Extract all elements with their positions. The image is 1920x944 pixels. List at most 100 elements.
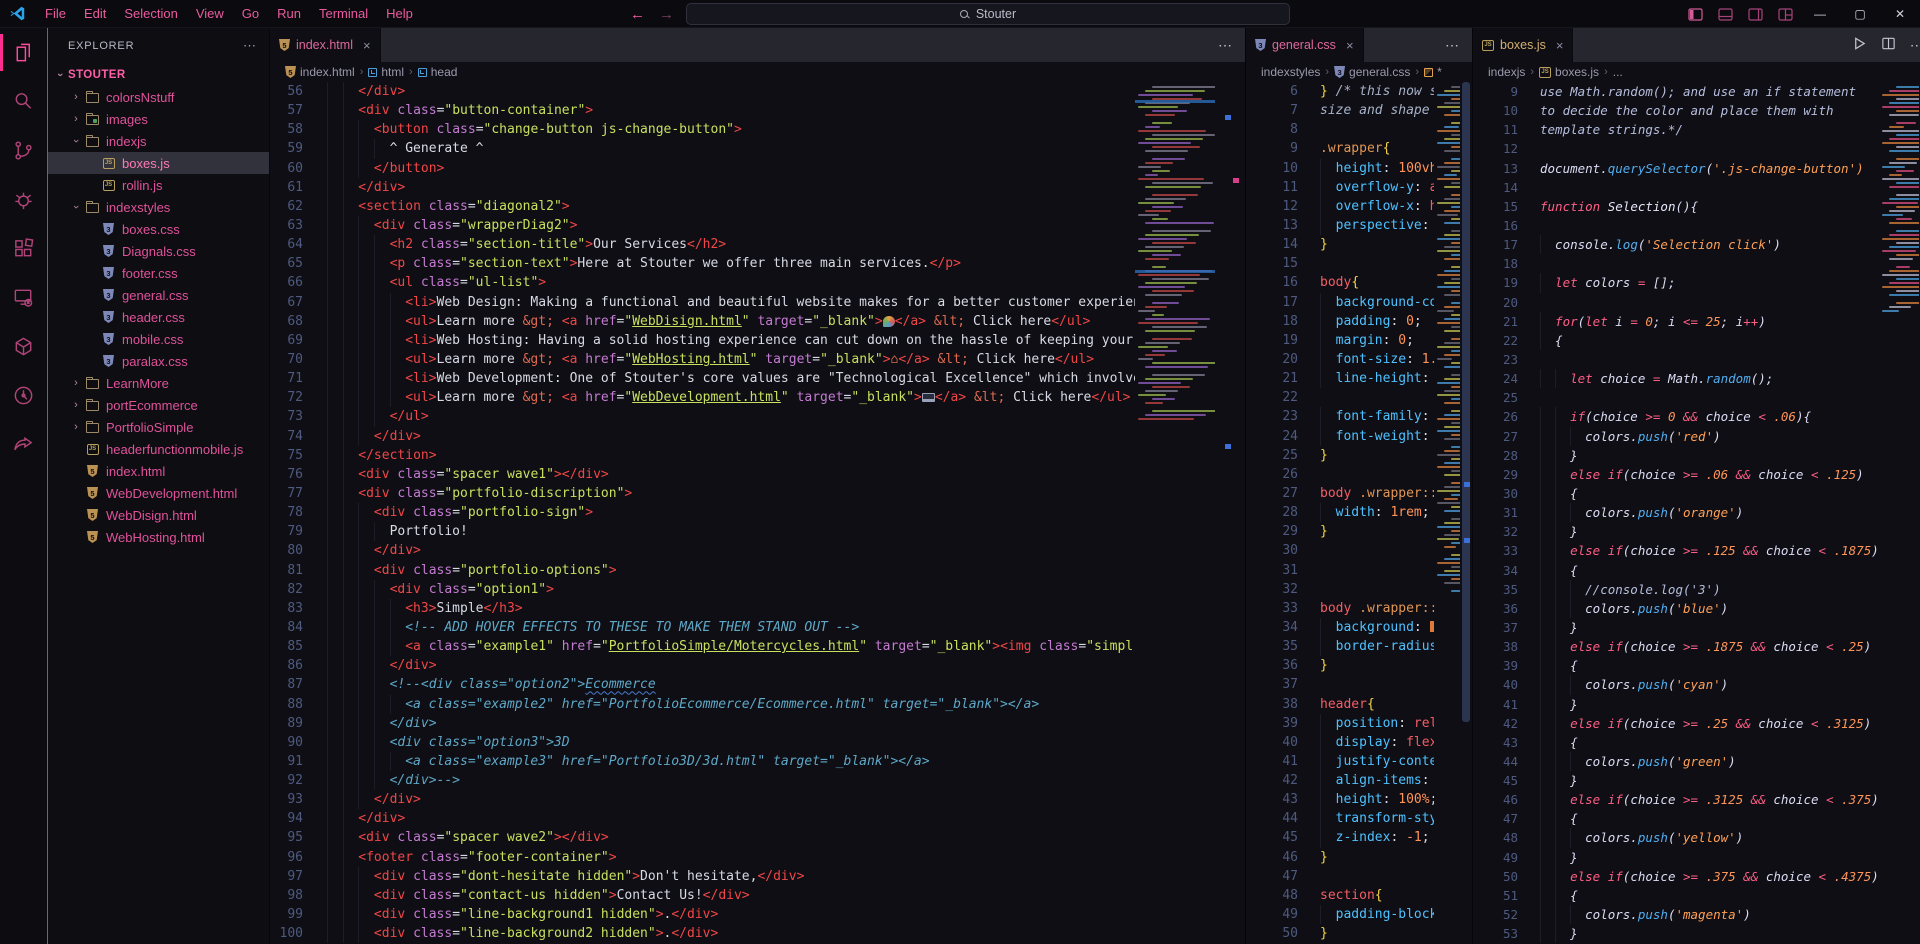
tab-boxes.js[interactable]: JSboxes.js× — [1473, 28, 1573, 62]
breadcrumb-item[interactable]: JSboxes.js — [1539, 65, 1599, 79]
code-line[interactable]: 86 </div> — [270, 656, 1245, 675]
scrollbar[interactable] — [1460, 82, 1472, 944]
code-line[interactable]: 35 //console.log('3') — [1473, 580, 1920, 599]
nav-back-icon[interactable]: ← — [630, 6, 645, 23]
toggle-panel-icon[interactable] — [1710, 0, 1740, 28]
code-line[interactable]: 35 border-radius — [1246, 637, 1472, 656]
code-line[interactable]: 40 display: flex — [1246, 733, 1472, 752]
code-line[interactable]: 61 </div> — [270, 178, 1245, 197]
tree-item-footer.css[interactable]: 3footer.css — [48, 262, 269, 284]
breadcrumb-item[interactable]: indexjs — [1488, 65, 1525, 79]
breadcrumb-item[interactable]: 5index.html — [285, 65, 355, 79]
code-line[interactable]: 72 <ul>Learn more &gt; <a href="WebDevel… — [270, 388, 1245, 407]
activitybar-explorer-icon[interactable] — [0, 28, 47, 77]
code-line[interactable]: 70 <ul>Learn more &gt; <a href="WebHosti… — [270, 350, 1245, 369]
tab-close-icon[interactable]: × — [1556, 38, 1564, 53]
tree-item-index.html[interactable]: 5index.html — [48, 460, 269, 482]
code-line[interactable]: 77 <div class="portfolio-discription"> — [270, 484, 1245, 503]
tree-item-boxes.css[interactable]: 3boxes.css — [48, 218, 269, 240]
tree-item-headerfunctionmobile.js[interactable]: JSheaderfunctionmobile.js — [48, 438, 269, 460]
tree-item-indexjs[interactable]: ›indexjs — [48, 130, 269, 152]
code-line[interactable]: 36 colors.push('blue') — [1473, 599, 1920, 618]
code-line[interactable]: 68 <ul>Learn more &gt; <a href="WebDisig… — [270, 312, 1245, 331]
minimize-button[interactable]: — — [1800, 0, 1840, 28]
code-line[interactable]: 18 — [1473, 254, 1920, 273]
minimap[interactable] — [1135, 82, 1215, 422]
toggle-secondary-sidebar-icon[interactable] — [1740, 0, 1770, 28]
tree-item-header.css[interactable]: 3header.css — [48, 306, 269, 328]
code-line[interactable]: 11template strings.*/ — [1473, 120, 1920, 139]
breadcrumb-item[interactable]: 3general.css — [1334, 65, 1410, 79]
code-line[interactable]: 98 <div class="contact-us hidden">Contac… — [270, 886, 1245, 905]
code-line[interactable]: 14 — [1473, 178, 1920, 197]
code-line[interactable]: 27 colors.push('red') — [1473, 427, 1920, 446]
code-line[interactable]: 32 } — [1473, 522, 1920, 541]
code-line[interactable]: 43 height: 100%; — [1246, 790, 1472, 809]
code-line[interactable]: 99 <div class="line-background1 hidden">… — [270, 905, 1245, 924]
split-action[interactable] — [1881, 36, 1896, 54]
more-action[interactable]: ⋯ — [1218, 37, 1232, 54]
code-line[interactable]: 100 <div class="line-background2 hidden"… — [270, 924, 1245, 943]
code-line[interactable]: 85 <a class="example1" href="PortfolioSi… — [270, 637, 1245, 656]
code-line[interactable]: 93 </div> — [270, 790, 1245, 809]
code-line[interactable]: 29 else if(choice >= .06 && choice < .12… — [1473, 465, 1920, 484]
code-line[interactable]: 66 <ul class="ul-list"> — [270, 273, 1245, 292]
run-action[interactable] — [1852, 36, 1867, 54]
more-action[interactable]: ⋯ — [1445, 37, 1459, 54]
code-line[interactable]: 50 else if(choice >= .375 && choice < .4… — [1473, 867, 1920, 886]
code-line[interactable]: 78 <div class="portfolio-sign"> — [270, 503, 1245, 522]
code-line[interactable]: 21 for(let i = 0; i <= 25; i++) — [1473, 312, 1920, 331]
code-line[interactable]: 79 Portfolio! — [270, 522, 1245, 541]
tab-close-icon[interactable]: × — [363, 38, 371, 53]
minimap[interactable] — [1879, 82, 1919, 314]
code-line[interactable]: 51 { — [1473, 886, 1920, 905]
activitybar-run-debug-icon[interactable] — [0, 175, 47, 224]
menu-edit[interactable]: Edit — [75, 3, 115, 24]
code-line[interactable]: 42 else if(choice >= .25 && choice < .31… — [1473, 714, 1920, 733]
breadcrumb-item[interactable]: indexstyles — [1261, 65, 1320, 79]
tree-item-WebHosting.html[interactable]: 5WebHosting.html — [48, 526, 269, 548]
code-line[interactable]: 50} — [1246, 924, 1472, 943]
code-line[interactable]: 38 else if(choice >= .1875 && choice < .… — [1473, 637, 1920, 656]
code-line[interactable]: 33body .wrapper:: — [1246, 599, 1472, 618]
tab-general.css[interactable]: 3general.css× — [1246, 28, 1364, 62]
tree-item-boxes.js[interactable]: JSboxes.js — [48, 152, 269, 174]
activitybar-share-extension-icon[interactable] — [0, 420, 47, 469]
code-line[interactable]: 24 let choice = Math.random(); — [1473, 369, 1920, 388]
activitybar-source-control-icon[interactable] — [0, 126, 47, 175]
code-line[interactable]: 89 </div> — [270, 714, 1245, 733]
minimap[interactable] — [1434, 82, 1460, 594]
code-line[interactable]: 16 — [1473, 216, 1920, 235]
code-line[interactable]: 94 </div> — [270, 809, 1245, 828]
code-line[interactable]: 34 background: — [1246, 618, 1472, 637]
code-line[interactable]: 46} — [1246, 848, 1472, 867]
tree-item-rollin.js[interactable]: JSrollin.js — [48, 174, 269, 196]
breadcrumb-item[interactable]: ... — [1613, 65, 1623, 79]
code-line[interactable]: 58 <button class="change-button js-chang… — [270, 120, 1245, 139]
code-line[interactable]: 19 let colors = []; — [1473, 273, 1920, 292]
breadcrumb-item[interactable]: head — [418, 65, 458, 79]
activitybar-extensions-icon[interactable] — [0, 224, 47, 273]
code-line[interactable]: 63 <div class="wrapperDiag2"> — [270, 216, 1245, 235]
code-line[interactable]: 59 ^ Generate ^ — [270, 139, 1245, 158]
code-line[interactable]: 17 console.log('Selection click') — [1473, 235, 1920, 254]
activitybar-cube-extension-icon[interactable] — [0, 322, 47, 371]
code-line[interactable]: 44 transform-sty — [1246, 809, 1472, 828]
code-line[interactable]: 60 </button> — [270, 159, 1245, 178]
tree-item-WebDevelopment.html[interactable]: 5WebDevelopment.html — [48, 482, 269, 504]
menu-go[interactable]: Go — [233, 3, 268, 24]
tree-item-paralax.css[interactable]: 3paralax.css — [48, 350, 269, 372]
code-line[interactable]: 92 </div>--> — [270, 771, 1245, 790]
code-line[interactable]: 76 <div class="spacer wave1"></div> — [270, 465, 1245, 484]
code-line[interactable]: 47 { — [1473, 809, 1920, 828]
code-area[interactable]: 56 </div>57 <div class="button-container… — [270, 82, 1245, 944]
code-line[interactable]: 48section{ — [1246, 886, 1472, 905]
code-line[interactable]: 45 z-index: -1; — [1246, 828, 1472, 847]
activitybar-search-icon[interactable] — [0, 77, 47, 126]
code-line[interactable]: 10to decide the color and place them wit… — [1473, 101, 1920, 120]
code-line[interactable]: 28 } — [1473, 446, 1920, 465]
tree-item-general.css[interactable]: 3general.css — [48, 284, 269, 306]
code-line[interactable]: 67 <li>Web Design: Making a functional a… — [270, 293, 1245, 312]
code-line[interactable]: 73 </ul> — [270, 407, 1245, 426]
close-button[interactable]: ✕ — [1880, 0, 1920, 28]
